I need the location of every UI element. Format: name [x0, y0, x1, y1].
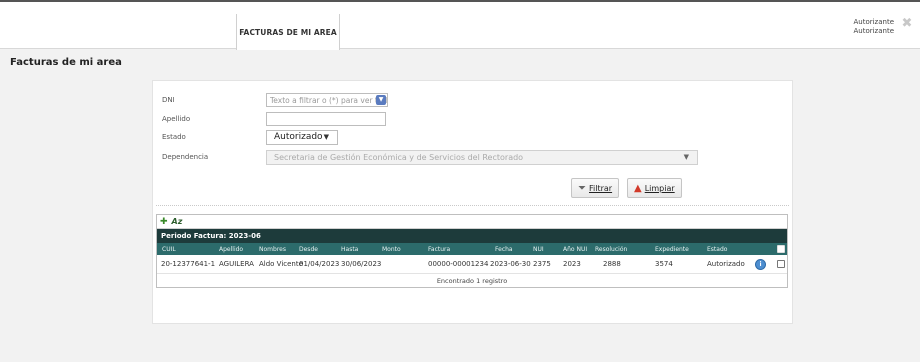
- divider: [156, 205, 789, 206]
- row-checkbox[interactable]: [777, 260, 785, 268]
- chevron-down-icon: ▼: [323, 132, 329, 141]
- cell-fecha: 2023-06-30: [490, 260, 531, 268]
- column-headers: CUIL Apellido Nombres Desde Hasta Monto …: [157, 243, 787, 255]
- add-icon[interactable]: ✚: [160, 217, 168, 227]
- column-header[interactable]: Resolución: [595, 243, 627, 255]
- tab-facturas-de-mi-area[interactable]: FACTURAS DE MI AREA: [236, 14, 340, 50]
- column-header[interactable]: CUIL: [162, 243, 176, 255]
- cell-estado: Autorizado: [707, 260, 745, 268]
- grid-toolbar: ✚ Az: [157, 215, 787, 229]
- column-header[interactable]: Factura: [428, 243, 450, 255]
- cell-nombres: Aldo Vicente: [259, 260, 303, 268]
- dependencia-value: Secretaria de Gestión Económica y de Ser…: [274, 152, 524, 162]
- column-header[interactable]: Desde: [299, 243, 318, 255]
- close-icon[interactable]: ✖: [900, 17, 914, 31]
- cell-anio-nui: 2023: [563, 260, 581, 268]
- user-info: Autorizante Autorizante: [853, 18, 894, 36]
- estado-row: Estado Autorizado ▼: [162, 129, 762, 145]
- cell-expediente: 3574: [655, 260, 673, 268]
- filter-panel: DNI Texto a filtrar o (*) para ver todo …: [152, 80, 793, 324]
- table-row[interactable]: 20-12377641-1 AGUILERA Aldo Vicente 01/0…: [157, 255, 787, 274]
- dni-placeholder: Texto a filtrar o (*) para ver todo: [270, 95, 388, 105]
- apellido-input[interactable]: [266, 112, 386, 126]
- filter-button[interactable]: ⏷ Filtrar: [571, 178, 620, 198]
- user-role: Autorizante: [853, 18, 894, 26]
- chevron-down-icon: ▼: [683, 152, 689, 161]
- column-header[interactable]: Monto: [382, 243, 401, 255]
- cell-desde: 01/04/2023: [299, 260, 340, 268]
- dni-row: DNI Texto a filtrar o (*) para ver todo …: [162, 93, 762, 107]
- column-header[interactable]: Expediente: [655, 243, 689, 255]
- column-header[interactable]: Hasta: [341, 243, 358, 255]
- chevron-down-icon[interactable]: ▼: [376, 95, 386, 105]
- view-icon[interactable]: i: [755, 259, 766, 270]
- filter-button-label: Filtrar: [589, 183, 613, 193]
- column-header[interactable]: Apellido: [219, 243, 243, 255]
- page-title: Facturas de mi area: [10, 57, 122, 68]
- cell-cuil: 20-12377641-1: [161, 260, 216, 268]
- sort-az-icon[interactable]: Az: [172, 217, 183, 226]
- estado-label: Estado: [162, 133, 186, 141]
- cell-nui: 2375: [533, 260, 551, 268]
- results-grid: ✚ Az Periodo Factura: 2023-06 CUIL Apell…: [156, 214, 788, 288]
- apellido-row: Apellido: [162, 112, 762, 126]
- funnel-icon: ⏷: [578, 182, 586, 194]
- select-all-checkbox[interactable]: [777, 245, 785, 253]
- dni-label: DNI: [162, 96, 175, 104]
- column-header[interactable]: Fecha: [495, 243, 513, 255]
- user-profile: Autorizante: [853, 27, 894, 35]
- estado-select[interactable]: Autorizado ▼: [266, 129, 338, 145]
- cell-resolucion: 2888: [603, 260, 621, 268]
- dependencia-select[interactable]: Secretaria de Gestión Económica y de Ser…: [266, 149, 698, 165]
- column-header[interactable]: Estado: [707, 243, 727, 255]
- cell-hasta: 30/06/2023: [341, 260, 382, 268]
- column-header[interactable]: NUI: [533, 243, 544, 255]
- grid-footer: Encontrado 1 registro: [157, 274, 787, 287]
- estado-value: Autorizado: [274, 132, 323, 142]
- dni-input[interactable]: Texto a filtrar o (*) para ver todo ▼: [266, 93, 388, 107]
- clear-button[interactable]: ▲ Limpiar: [627, 178, 682, 198]
- eraser-icon: ▲: [634, 182, 642, 194]
- top-navigation-bar: FACTURAS DE MI AREA Autorizante Autoriza…: [0, 2, 920, 50]
- column-header[interactable]: Nombres: [259, 243, 286, 255]
- apellido-label: Apellido: [162, 115, 191, 123]
- group-header: Periodo Factura: 2023-06: [157, 229, 787, 243]
- cell-apellido: AGUILERA: [219, 260, 254, 268]
- column-header[interactable]: Año NUI: [563, 243, 587, 255]
- dependencia-label: Dependencia: [162, 153, 209, 161]
- dependencia-row: Dependencia Secretaria de Gestión Económ…: [162, 149, 802, 165]
- cell-factura: 00000-00001234: [428, 260, 489, 268]
- clear-button-label: Limpiar: [644, 183, 675, 193]
- tab-label: FACTURAS DE MI AREA: [239, 27, 337, 37]
